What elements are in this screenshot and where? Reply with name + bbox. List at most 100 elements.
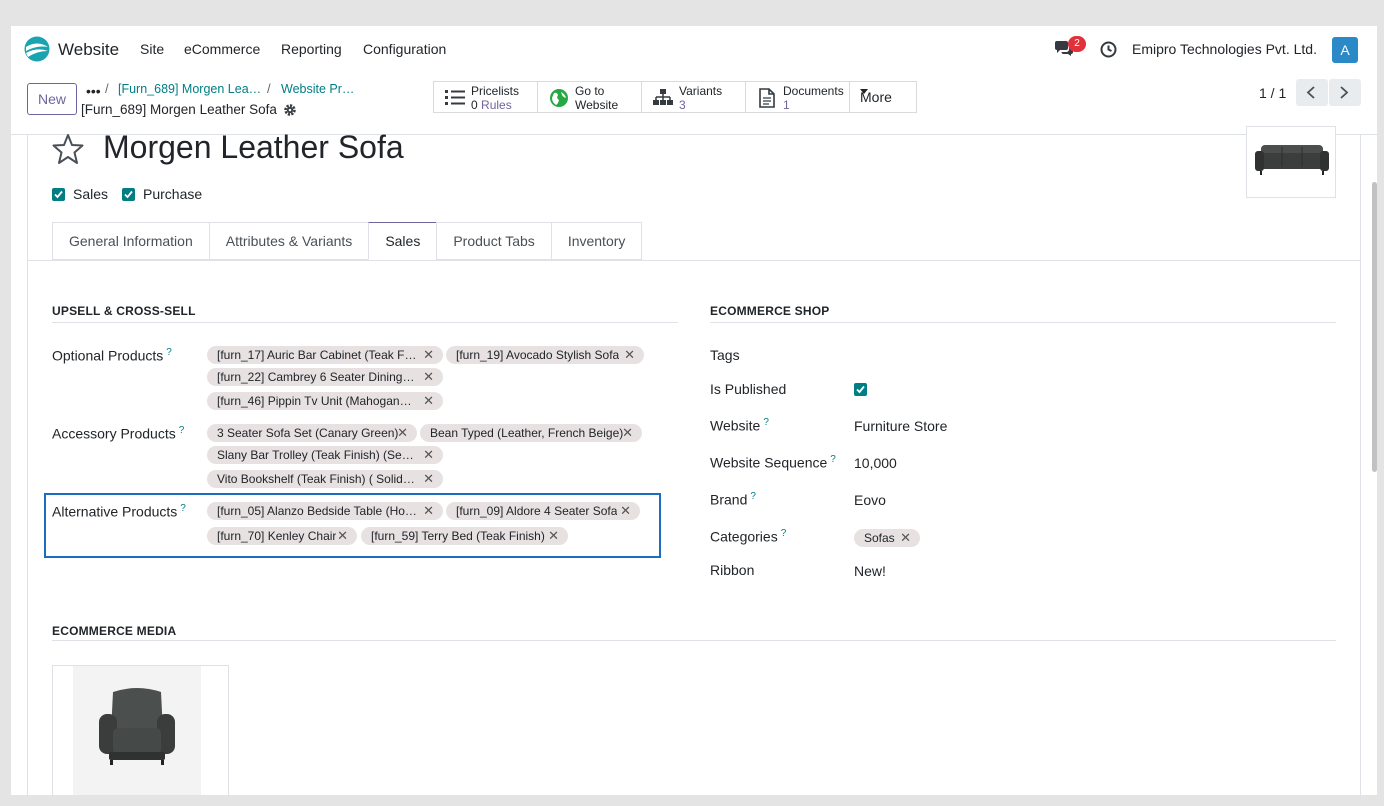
website-sequence-value[interactable]: 10,000 [854,455,897,471]
optional-product-tag[interactable]: [furn_46] Pippin Tv Unit (Mahogany … ✕ [207,392,443,410]
remove-tag-icon[interactable]: ✕ [423,346,434,364]
remove-tag-icon[interactable]: ✕ [423,446,434,464]
website-value[interactable]: Furniture Store [854,418,947,434]
top-navbar: Website Site eCommerce Reporting Configu… [11,26,1377,72]
breadcrumb-more-icon[interactable]: ••• [86,83,101,99]
menu-ecommerce[interactable]: eCommerce [184,41,260,57]
app-window: Website Site eCommerce Reporting Configu… [11,26,1377,795]
website-logo-icon[interactable] [24,36,50,62]
remove-tag-icon[interactable]: ✕ [397,424,408,442]
chevron-left-icon [1306,86,1315,99]
alternative-products-label: Alternative Products? [52,503,186,520]
ribbon-value[interactable]: New! [854,563,886,579]
remove-tag-icon[interactable]: ✕ [423,470,434,488]
optional-product-tag[interactable]: [furn_22] Cambrey 6 Seater Dining S… ✕ [207,368,443,386]
media-card[interactable] [52,665,229,795]
product-image[interactable] [1246,126,1336,198]
optional-products-label: Optional Products? [52,347,172,364]
pager-value[interactable]: 1 / 1 [1259,85,1286,101]
tab-inventory[interactable]: Inventory [550,222,643,260]
caret-down-icon [860,89,868,94]
variants-count: 3 [679,98,686,112]
brand-label: Brand? [710,491,756,508]
variants-button[interactable]: Variants 3 [642,82,746,112]
accessory-product-tag[interactable]: Bean Typed (Leather, French Beige) ✕ [420,424,642,442]
more-dropdown[interactable]: More [850,82,916,112]
documents-button[interactable]: Documents 1 [746,82,850,112]
product-name[interactable]: Morgen Leather Sofa [103,129,404,166]
gear-icon[interactable] [283,103,297,117]
alternative-product-tag[interactable]: [furn_05] Alanzo Bedside Table (Hon… ✕ [207,502,443,520]
brand-value[interactable]: Eovo [854,492,886,508]
pricelists-label: Pricelists [471,84,520,98]
optional-product-tag[interactable]: [furn_19] Avocado Stylish Sofa ✕ [446,346,644,364]
tabs-divider [28,260,1360,261]
pricelists-count: 0 Rules [471,98,512,112]
tab-general-information[interactable]: General Information [52,222,209,260]
website-sequence-label: Website Sequence? [710,454,836,471]
clock-icon[interactable] [1100,41,1117,58]
go-to-label: Go to [575,84,605,98]
menu-configuration[interactable]: Configuration [363,41,446,57]
breadcrumb-product-link[interactable]: [Furn_689] Morgen Lea… [118,82,261,96]
documents-label: Documents [783,84,844,98]
chevron-right-icon [1340,86,1349,99]
remove-tag-icon[interactable]: ✕ [423,392,434,410]
company-switcher[interactable]: Emipro Technologies Pvt. Ltd. [1132,41,1317,57]
accessory-product-tag[interactable]: Vito Bookshelf (Teak Finish) ( Solid … ✕ [207,470,443,488]
sofa-image [1255,145,1329,175]
accessory-products-label: Accessory Products? [52,425,185,442]
sales-checkbox[interactable] [52,188,65,201]
chat-count-badge: 2 [1068,36,1086,52]
shop-section-title: ECOMMERCE SHOP [710,304,830,318]
armchair-image [99,688,175,765]
alternative-product-tag[interactable]: [furn_70] Kenley Chair ✕ [207,527,357,545]
optional-product-tag[interactable]: [furn_17] Auric Bar Cabinet (Teak Fi… ✕ [207,346,443,364]
scrollbar[interactable] [1372,182,1377,472]
sitemap-icon [653,89,673,105]
category-tag[interactable]: Sofas ✕ [854,529,920,547]
tab-attributes-variants[interactable]: Attributes & Variants [208,222,369,260]
menu-site[interactable]: Site [140,41,164,57]
upsell-section-title: UPSELL & CROSS-SELL [52,304,196,318]
menu-reporting[interactable]: Reporting [281,41,342,57]
section-divider [52,322,678,323]
breadcrumb-separator: / [267,81,271,96]
tab-product-tabs[interactable]: Product Tabs [436,222,551,260]
section-divider [710,322,1336,323]
media-section-title: ECOMMERCE MEDIA [52,624,177,638]
globe-icon [550,89,568,107]
pager-previous-button[interactable] [1296,79,1328,106]
breadcrumb-website-link[interactable]: Website Pr… [281,82,354,96]
remove-tag-icon[interactable]: ✕ [620,502,631,520]
remove-tag-icon[interactable]: ✕ [622,424,633,442]
alternative-product-tag[interactable]: [furn_09] Aldore 4 Seater Sofa ✕ [446,502,640,520]
pager-next-button[interactable] [1329,79,1361,106]
favorite-star-icon[interactable] [52,133,84,165]
pricelists-button[interactable]: Pricelists 0 Rules [434,82,538,112]
categories-label: Categories? [710,528,787,545]
sales-checkbox-label[interactable]: Sales [73,186,108,202]
go-to-website-button[interactable]: Go to Website [538,82,642,112]
remove-tag-icon[interactable]: ✕ [423,368,434,386]
accessory-product-tag[interactable]: Slany Bar Trolley (Teak Finish) (Sea … ✕ [207,446,443,464]
smart-buttons: Pricelists 0 Rules Go to Website Variant… [433,81,917,113]
purchase-checkbox[interactable] [122,188,135,201]
remove-tag-icon[interactable]: ✕ [423,502,434,520]
media-image [73,666,201,795]
accessory-product-tag[interactable]: 3 Seater Sofa Set (Canary Green) ✕ [207,424,417,442]
section-divider [52,640,1336,641]
tab-sales[interactable]: Sales [368,222,437,260]
is-published-label: Is Published [710,381,787,397]
breadcrumb-separator: / [105,81,109,96]
user-avatar[interactable]: A [1332,37,1358,63]
remove-tag-icon[interactable]: ✕ [548,527,559,545]
alternative-product-tag[interactable]: [furn_59] Terry Bed (Teak Finish) ✕ [361,527,568,545]
remove-tag-icon[interactable]: ✕ [624,346,635,364]
purchase-checkbox-label[interactable]: Purchase [143,186,202,202]
app-name[interactable]: Website [58,40,119,60]
new-button[interactable]: New [27,83,77,115]
remove-tag-icon[interactable]: ✕ [900,529,911,547]
remove-tag-icon[interactable]: ✕ [337,527,348,545]
is-published-checkbox[interactable] [854,383,867,396]
